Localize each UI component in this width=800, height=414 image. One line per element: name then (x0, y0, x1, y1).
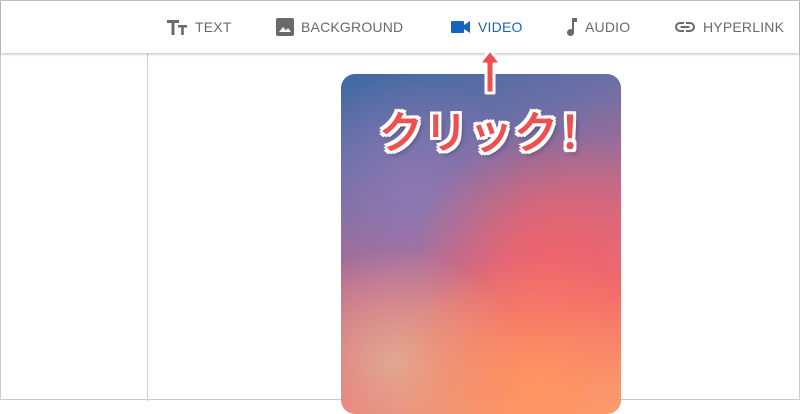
background-tool-label: BACKGROUND (301, 19, 404, 35)
videocam-icon (451, 20, 471, 34)
video-tool-button[interactable]: VIDEO (451, 15, 523, 39)
video-tool-label: VIDEO (478, 19, 523, 35)
link-icon (674, 21, 696, 33)
music-note-icon (564, 17, 578, 37)
hyperlink-tool-label: HYPERLINK (703, 19, 785, 35)
text-tool-button[interactable]: TEXT (166, 15, 232, 39)
text-tool-label: TEXT (195, 19, 232, 35)
click-callout-text: クリック！ (379, 108, 604, 159)
left-panel-divider (147, 53, 148, 401)
image-icon (276, 18, 294, 36)
text-size-icon (166, 18, 188, 36)
editor-toolbar: TEXT BACKGROUND VIDEO AUDIO HYPERLINK (1, 1, 799, 53)
audio-tool-button[interactable]: AUDIO (564, 15, 630, 39)
up-arrow-icon (475, 47, 505, 101)
hyperlink-tool-button[interactable]: HYPERLINK (674, 15, 784, 39)
background-tool-button[interactable]: BACKGROUND (276, 15, 403, 39)
audio-tool-label: AUDIO (585, 19, 631, 35)
